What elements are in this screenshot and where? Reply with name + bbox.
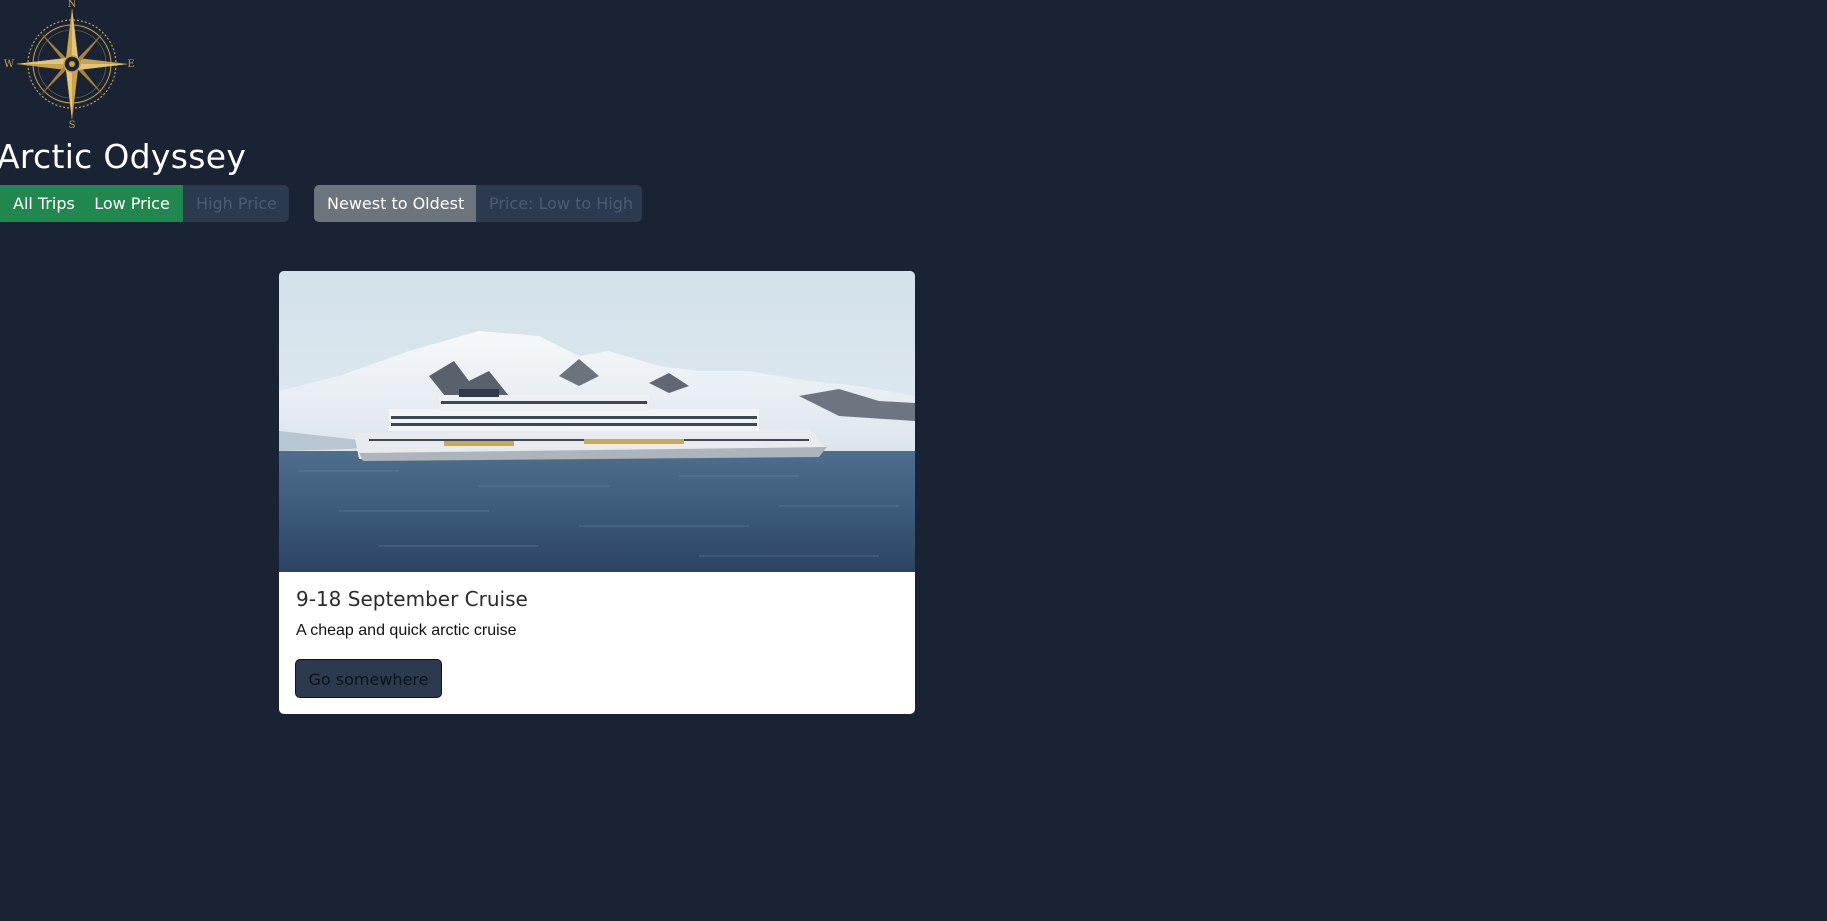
- compass-logo[interactable]: N S E W: [0, 0, 140, 131]
- compass-north-label: N: [68, 0, 77, 10]
- compass-east-label: E: [127, 59, 134, 70]
- sort-newest-button[interactable]: Newest to Oldest: [314, 185, 476, 222]
- sort-button-group: Newest to Oldest Price: Low to High: [314, 185, 642, 222]
- card-description: A cheap and quick arctic cruise: [296, 622, 517, 639]
- page-title: Arctic Odyssey: [0, 137, 247, 176]
- compass-rose-icon: N S E W: [4, 0, 135, 131]
- go-somewhere-button[interactable]: Go somewhere: [295, 659, 442, 698]
- card-title: 9-18 September Cruise: [296, 587, 528, 611]
- sort-price-button[interactable]: Price: Low to High: [476, 185, 642, 222]
- compass-south-label: S: [69, 120, 76, 130]
- filter-button-group: All Trips Low Price High Price: [0, 185, 289, 222]
- low-price-button[interactable]: Low Price: [81, 185, 183, 222]
- all-trips-button[interactable]: All Trips: [0, 185, 81, 222]
- cruise-ship-image: [279, 271, 915, 572]
- compass-west-label: W: [4, 59, 15, 70]
- high-price-button[interactable]: High Price: [183, 185, 289, 222]
- trip-card: 9-18 September Cruise A cheap and quick …: [279, 271, 915, 714]
